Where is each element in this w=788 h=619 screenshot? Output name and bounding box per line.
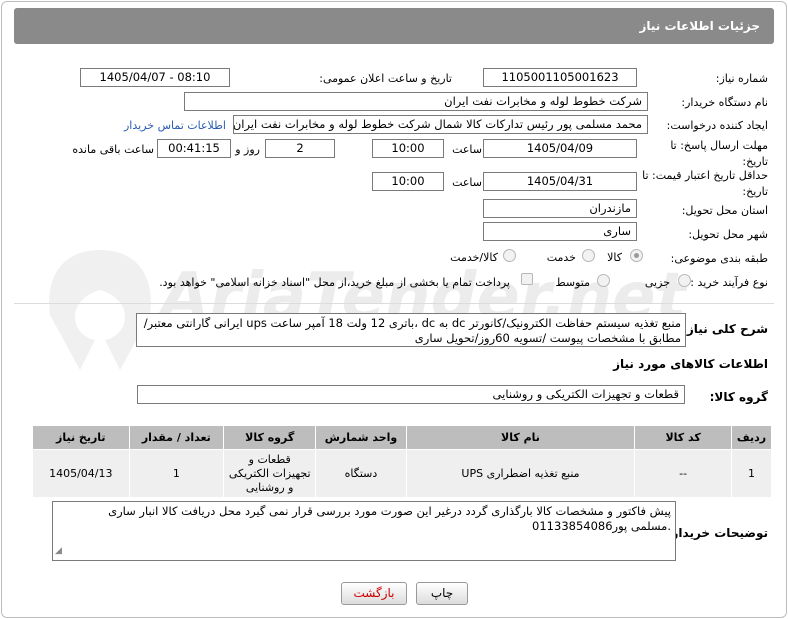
city-label: شهر محل تحویل:	[688, 228, 768, 241]
process-minor-label: جزیی	[644, 276, 670, 289]
category-goods-radio[interactable]	[630, 249, 643, 262]
contact-buyer-link[interactable]: اطلاعات تماس خریدار	[124, 119, 226, 132]
process-minor-radio[interactable]	[678, 274, 691, 287]
goods-group-label: گروه کالا:	[709, 390, 768, 404]
validity-label: حداقل تاریخ اعتبار قیمت: تا تاریخ:	[642, 169, 768, 198]
table-header-row: ردیف کد کالا نام کالا واحد شمارش گروه کا…	[32, 425, 773, 450]
cell-name: منبع تغذیه اضطراری UPS	[405, 449, 636, 498]
watermark-logo-icon	[49, 250, 151, 370]
process-medium-label: متوسط	[555, 276, 590, 289]
buyer-notes-box: پیش فاکتور و مشخصات کالا بارگذاری گردد د…	[52, 501, 676, 561]
col-group: گروه کالا	[223, 425, 317, 450]
remaining-label: ساعت باقی مانده	[72, 143, 154, 156]
category-label: طبقه بندی موضوعی:	[670, 252, 768, 265]
category-goods-service-label: کالا/خدمت	[450, 251, 498, 264]
validity-date-field: 1405/04/31	[483, 172, 637, 191]
print-button[interactable]: چاپ	[416, 582, 468, 605]
remaining-time-field: 00:41:15	[157, 139, 231, 158]
category-goods-label: کالا	[607, 251, 622, 264]
need-number-label: شماره نیاز:	[715, 72, 768, 85]
deadline-label: مهلت ارسال پاسخ: تا تاریخ:	[670, 139, 768, 168]
deadline-time-field: 10:00	[372, 139, 444, 158]
resize-grip-icon[interactable]: ◢	[55, 544, 62, 559]
cell-row: 1	[730, 449, 773, 498]
days-field: 2	[265, 139, 335, 158]
deadline-date-field: 1405/04/09	[483, 139, 637, 158]
divider	[14, 303, 774, 304]
validity-time-label: ساعت	[452, 176, 482, 189]
province-field: مازندران	[483, 199, 637, 218]
days-label: روز و	[235, 143, 260, 156]
description-label: شرح کلی نیاز:	[682, 322, 768, 336]
col-row: ردیف	[730, 425, 773, 450]
category-service-radio[interactable]	[582, 249, 595, 262]
buyer-org-label: نام دستگاه خریدار:	[681, 96, 768, 109]
description-box: منبع تغذیه سیستم حفاظت الکترونیک/کانورتر…	[136, 313, 686, 347]
description-line-1: منبع تغذیه سیستم حفاظت الکترونیک/کانورتر…	[143, 316, 681, 330]
cell-code: --	[634, 449, 732, 498]
category-service-label: خدمت	[546, 251, 576, 264]
process-label: نوع فرآیند خرید :	[690, 276, 768, 289]
buyer-notes-label: توضیحات خریدار:	[666, 526, 768, 540]
treasury-payment-checkbox[interactable]	[521, 273, 533, 285]
table-row: 1 -- منبع تغذیه اضطراری UPS دستگاه قطعات…	[32, 449, 773, 498]
cell-unit: دستگاه	[315, 449, 407, 498]
need-number-field: 1105001105001623	[483, 68, 637, 87]
page-title: جزئیات اطلاعات نیاز	[639, 19, 760, 33]
buyer-notes-line-2: .مسلمی پور01133854086	[532, 519, 671, 533]
goods-section-title: اطلاعات کالاهای مورد نیاز	[613, 357, 768, 371]
buyer-org-field: شرکت خطوط لوله و مخابرات نفت ایران	[184, 92, 648, 111]
announce-field: 1405/04/07 - 08:10	[80, 68, 230, 87]
back-button[interactable]: بازگشت	[341, 582, 407, 605]
validity-time-field: 10:00	[372, 172, 444, 191]
page-header: جزئیات اطلاعات نیاز	[14, 8, 774, 44]
col-date: تاریخ نیاز	[32, 425, 130, 450]
payment-note: پرداخت تمام یا بخشی از مبلغ خرید،از محل …	[159, 276, 510, 289]
deadline-time-label: ساعت	[452, 143, 482, 156]
requester-field: محمد مسلمی پور رئیس تدارکات کالا شمال شر…	[233, 115, 648, 134]
description-line-2: مطابق با مشخصات پیوست /تسویه 60روز/تحویل…	[414, 331, 681, 345]
category-goods-service-radio[interactable]	[503, 249, 516, 262]
goods-table: ردیف کد کالا نام کالا واحد شمارش گروه کا…	[32, 425, 773, 498]
announce-label: تاریخ و ساعت اعلان عمومی:	[319, 72, 452, 85]
requester-label: ایجاد کننده درخواست:	[666, 119, 768, 132]
col-name: نام کالا	[405, 425, 636, 450]
cell-qty: 1	[128, 449, 225, 498]
city-field: ساری	[483, 222, 637, 241]
cell-date: 1405/04/13	[32, 449, 130, 498]
col-code: کد کالا	[634, 425, 732, 450]
process-medium-radio[interactable]	[597, 274, 610, 287]
col-qty: تعداد / مقدار	[128, 425, 225, 450]
buyer-notes-line-1: پیش فاکتور و مشخصات کالا بارگذاری گردد د…	[108, 504, 671, 518]
col-unit: واحد شمارش	[315, 425, 407, 450]
cell-group: قطعات و تجهیزات الکتریکی و روشنایی	[223, 449, 317, 498]
goods-group-field: قطعات و تجهیزات الکتریکی و روشنایی	[137, 385, 685, 404]
province-label: استان محل تحویل:	[681, 204, 768, 217]
